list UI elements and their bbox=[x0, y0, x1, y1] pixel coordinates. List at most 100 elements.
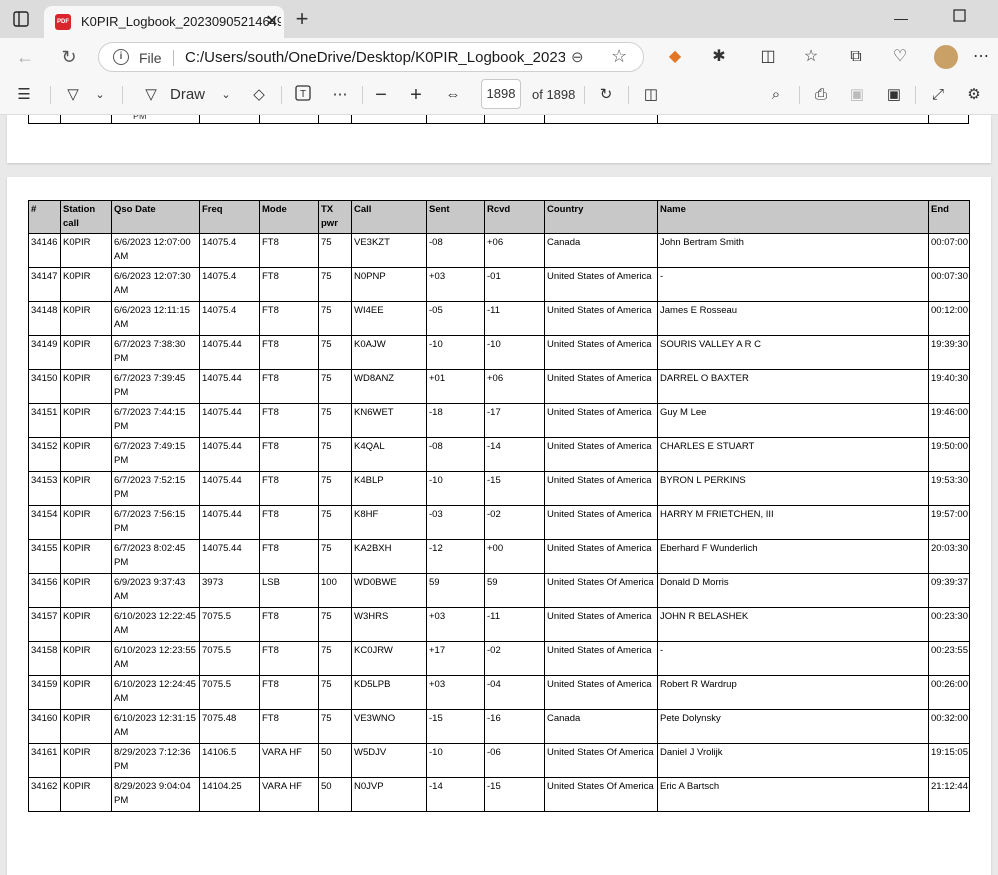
active-tab[interactable]: PDF K0PIR_Logbook_20230905214649 ✕ bbox=[44, 6, 284, 38]
table-cell: -06 bbox=[484, 743, 545, 778]
metamask-extension-icon[interactable]: ◆ bbox=[664, 46, 686, 68]
table-cell: 14075.44 bbox=[199, 403, 260, 438]
rotate-icon[interactable]: ↻ bbox=[595, 84, 617, 106]
table-cell: -02 bbox=[484, 505, 545, 540]
chevron-down-icon[interactable]: ⌄ bbox=[218, 84, 234, 106]
table-cell: 34153 bbox=[28, 471, 61, 506]
table-cell: KA2BXH bbox=[351, 539, 427, 574]
table-cell: -14 bbox=[484, 437, 545, 472]
column-header: Mode bbox=[259, 200, 319, 234]
address-url[interactable]: C:/Users/south/OneDrive/Desktop/K0PIR_Lo… bbox=[185, 49, 565, 66]
table-cell: -10 bbox=[426, 335, 485, 370]
table-cell: K4BLP bbox=[351, 471, 427, 506]
table-cell: 3973 bbox=[199, 573, 260, 608]
table-cell: K0PIR bbox=[60, 709, 112, 744]
table-cell: Canada bbox=[544, 709, 658, 744]
table-cell: BYRON L PERKINS bbox=[657, 471, 929, 506]
profile-avatar[interactable] bbox=[934, 45, 958, 69]
table-row: 34160 K0PIR 6/10/2023 12:31:15 AM 7075.48 FT… bbox=[28, 709, 970, 744]
table-cell: +01 bbox=[426, 369, 485, 404]
table-cell: 50 bbox=[318, 777, 352, 812]
save-icon[interactable]: ▣ bbox=[846, 84, 868, 106]
erase-icon[interactable]: ◇ bbox=[248, 84, 270, 106]
save-as-icon[interactable]: ▣ bbox=[883, 84, 905, 106]
fullscreen-icon[interactable]: ⤢ bbox=[927, 84, 949, 106]
table-cell: United States Of America bbox=[544, 743, 658, 778]
collections-icon[interactable]: ⧉ bbox=[845, 46, 867, 68]
browser-essentials-icon[interactable]: ♡ bbox=[889, 46, 911, 68]
table-cell: 75 bbox=[318, 675, 352, 710]
table-cell: FT8 bbox=[259, 335, 319, 370]
table-cell: United States of America bbox=[544, 301, 658, 336]
table-cell: United States of America bbox=[544, 267, 658, 302]
table-cell: FT8 bbox=[259, 369, 319, 404]
table-cell: Pete Dolynsky bbox=[657, 709, 929, 744]
table-row: 34162 K0PIR 8/29/2023 9:04:04 PM 14104.25 VA… bbox=[28, 777, 970, 812]
settings-gear-icon[interactable]: ⚙ bbox=[963, 84, 985, 106]
zoom-out-icon[interactable]: − bbox=[370, 84, 392, 106]
table-cell: 75 bbox=[318, 709, 352, 744]
table-cell: 14075.44 bbox=[199, 437, 260, 472]
table-of-contents-icon[interactable]: ☰ bbox=[12, 84, 36, 106]
table-cell: 8/29/2023 7:12:36 PM bbox=[111, 743, 200, 778]
column-header: Rcvd bbox=[484, 200, 545, 234]
new-tab-icon[interactable]: + bbox=[290, 7, 314, 31]
table-cell: 14106.5 bbox=[199, 743, 260, 778]
fit-to-width-icon[interactable]: ⇔ bbox=[442, 84, 464, 106]
search-icon[interactable]: ⌕ bbox=[765, 84, 787, 106]
pdf-viewer[interactable]: PM # Station call Qso Date Freq Mode TX pwr Ca… bbox=[0, 115, 998, 875]
more-tools-icon[interactable]: ⋯ bbox=[328, 84, 352, 106]
favorite-star-icon[interactable]: ☆ bbox=[611, 46, 627, 67]
extensions-puzzle-icon[interactable]: ✱ bbox=[708, 46, 730, 68]
table-cell: K0PIR bbox=[60, 471, 112, 506]
table-cell: 7075.5 bbox=[199, 675, 260, 710]
close-tab-icon[interactable]: ✕ bbox=[260, 10, 284, 34]
maximize-icon[interactable] bbox=[953, 8, 967, 25]
favorites-icon[interactable]: ☆ bbox=[800, 46, 822, 68]
add-text-icon[interactable]: T bbox=[292, 84, 314, 106]
page-view-icon[interactable]: ◫ bbox=[640, 84, 662, 106]
table-cell: 6/6/2023 12:07:00 AM bbox=[111, 233, 200, 268]
table-cell: K8HF bbox=[351, 505, 427, 540]
print-icon[interactable]: ⎙ bbox=[810, 84, 832, 106]
table-cell: 00:23:55 bbox=[928, 641, 970, 676]
zoom-in-icon[interactable]: + bbox=[405, 84, 427, 106]
table-cell: 21:12:44 bbox=[928, 777, 970, 812]
info-icon[interactable]: i bbox=[113, 49, 129, 65]
column-header: Sent bbox=[426, 200, 485, 234]
draw-pen-icon[interactable]: ▽ bbox=[140, 84, 162, 106]
chevron-down-icon[interactable]: ⌄ bbox=[92, 84, 108, 106]
table-cell: 19:39:30 bbox=[928, 335, 970, 370]
refresh-icon[interactable]: ↻ bbox=[56, 45, 82, 69]
column-header: TX pwr bbox=[318, 200, 352, 234]
table-cell: K0PIR bbox=[60, 641, 112, 676]
table-cell: 14075.44 bbox=[199, 335, 260, 370]
table-cell: K0PIR bbox=[60, 369, 112, 404]
page-number-input[interactable]: 1898 bbox=[481, 79, 521, 109]
table-cell: 75 bbox=[318, 403, 352, 438]
more-menu-icon[interactable]: ⋯ bbox=[970, 46, 992, 68]
table-cell: 00:12:00 bbox=[928, 301, 970, 336]
table-cell: 34155 bbox=[28, 539, 61, 574]
table-cell: United States of America bbox=[544, 471, 658, 506]
table-cell: 14075.4 bbox=[199, 233, 260, 268]
table-cell: 34157 bbox=[28, 607, 61, 642]
table-cell: 34156 bbox=[28, 573, 61, 608]
table-cell: 14104.25 bbox=[199, 777, 260, 812]
back-icon[interactable]: ← bbox=[12, 45, 38, 69]
highlight-icon[interactable]: ▽ bbox=[62, 84, 84, 106]
table-cell: 34162 bbox=[28, 777, 61, 812]
split-screen-icon[interactable]: ◫ bbox=[757, 46, 779, 68]
table-cell: K0PIR bbox=[60, 233, 112, 268]
column-header: Station call bbox=[60, 200, 112, 234]
minimize-icon[interactable]: — bbox=[894, 10, 908, 26]
table-cell: 6/10/2023 12:23:55 AM bbox=[111, 641, 200, 676]
table-cell: 75 bbox=[318, 233, 352, 268]
draw-label[interactable]: Draw bbox=[170, 84, 205, 106]
address-bar[interactable]: i File C:/Users/south/OneDrive/Desktop/K… bbox=[98, 42, 644, 72]
table-cell: WD0BWE bbox=[351, 573, 427, 608]
address-scheme: File bbox=[139, 50, 162, 66]
address-bar-row: ← ↻ i File C:/Users/south/OneDrive/Deskt… bbox=[0, 38, 998, 76]
tab-actions-icon[interactable] bbox=[11, 9, 31, 29]
zoom-icon[interactable]: ⊖ bbox=[571, 48, 584, 66]
